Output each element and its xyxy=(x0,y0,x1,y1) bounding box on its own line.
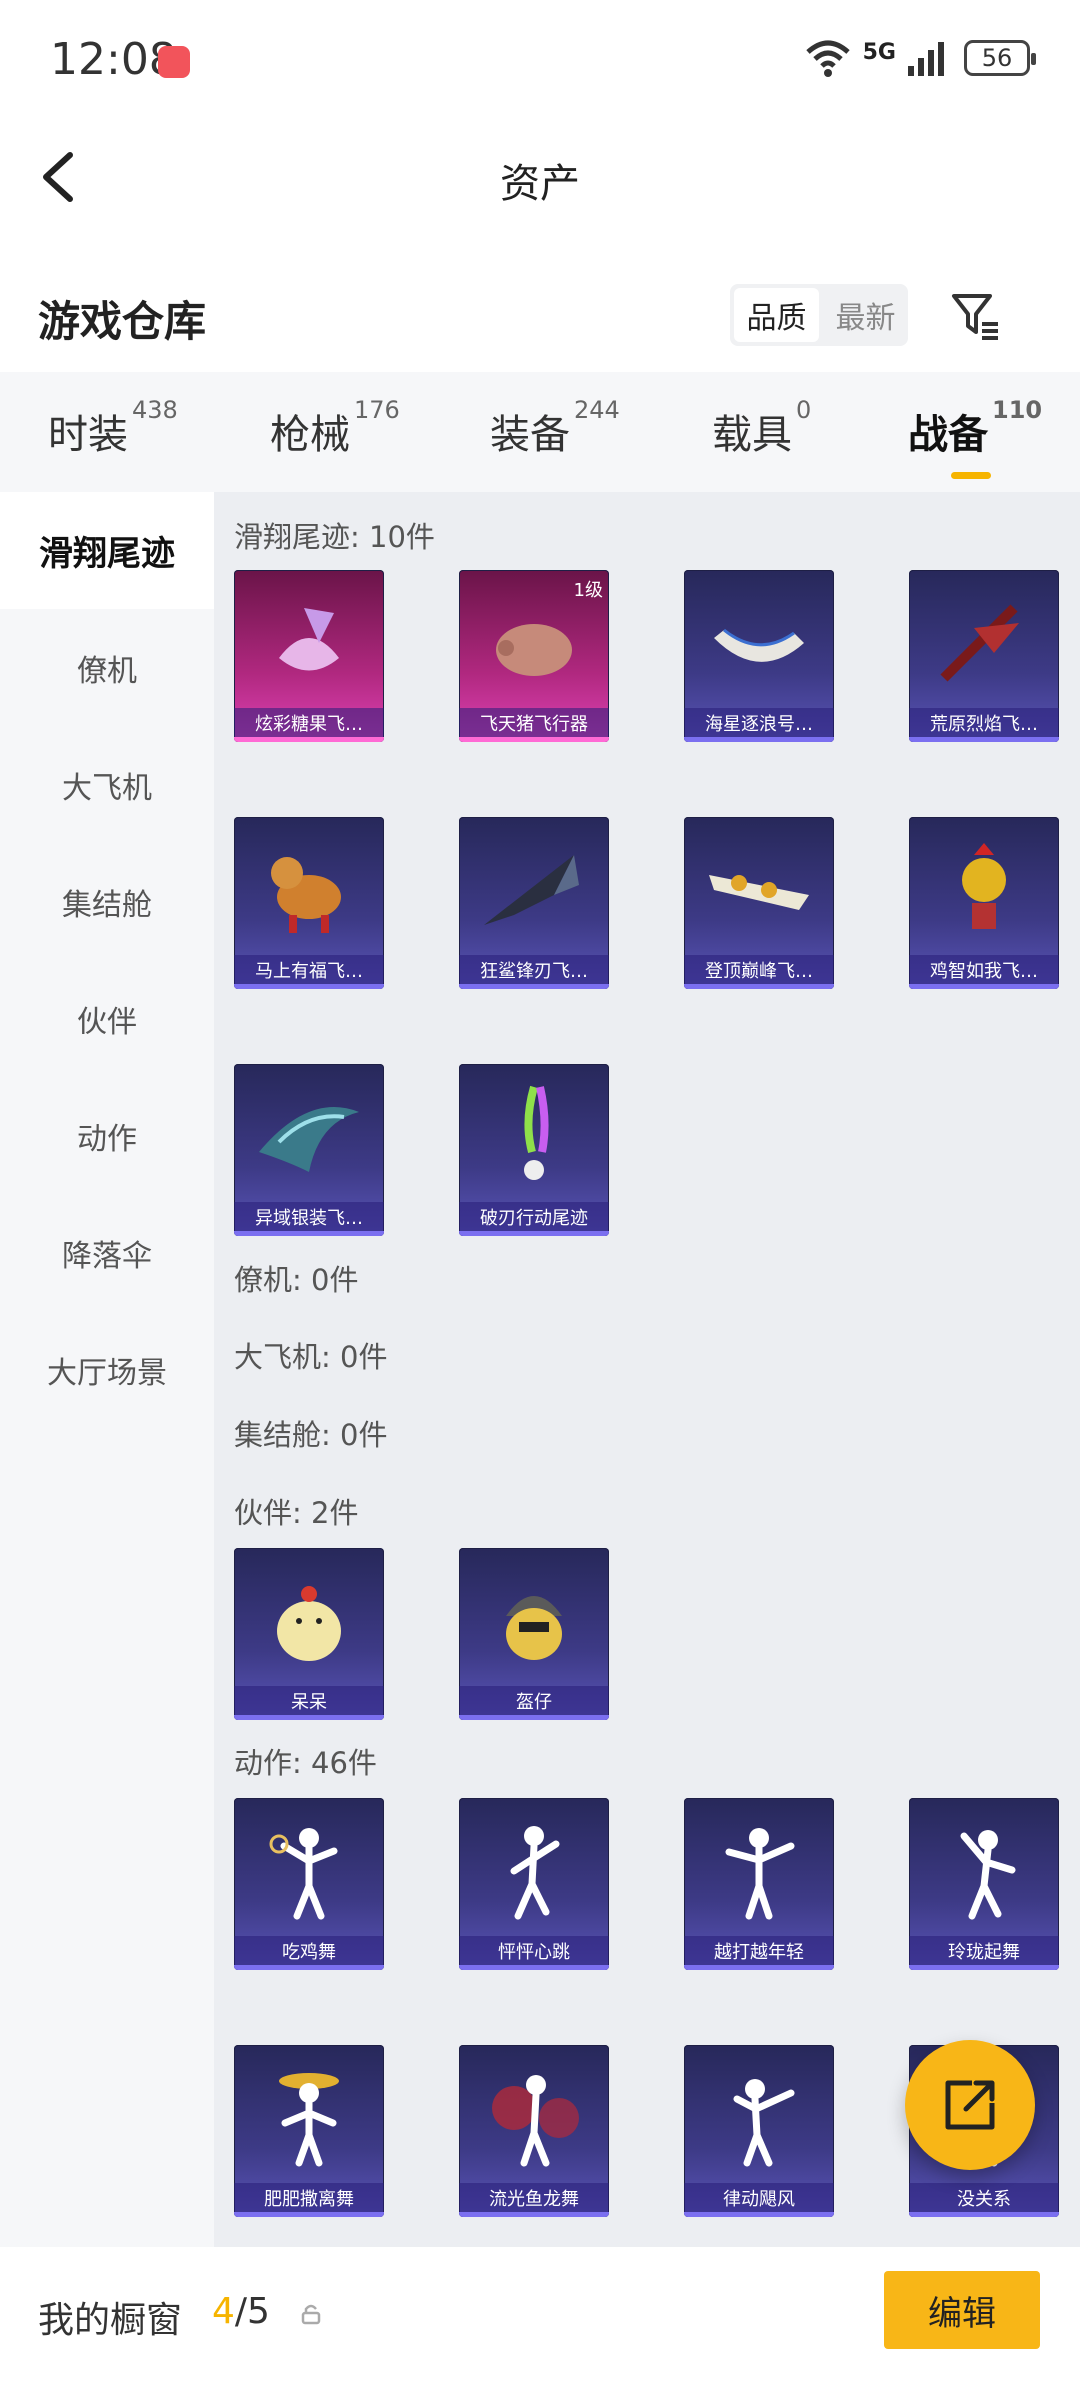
dance-figure-icon xyxy=(492,2075,579,2167)
showcase-bar: 我的橱窗 4/5 编辑 xyxy=(0,2247,1080,2381)
tab-vehicles[interactable]: 载具0 xyxy=(712,396,811,460)
warehouse-header: 游戏仓库 品质 最新 xyxy=(0,270,1080,360)
dance-figure-icon xyxy=(960,1830,1016,1920)
sort-quality-button[interactable]: 品质 xyxy=(734,288,819,342)
item-card[interactable]: 登顶巅峰飞… xyxy=(684,817,834,989)
sidebar-item-parachute[interactable]: 降落伞 xyxy=(0,1194,214,1311)
item-card[interactable]: 流光鱼龙舞 xyxy=(459,2045,609,2217)
page-title: 资产 xyxy=(500,161,580,207)
rainbow-trail-icon xyxy=(524,1085,549,1180)
sidebar-item-plane[interactable]: 大飞机 xyxy=(0,726,214,843)
candy-glider-icon xyxy=(279,608,339,671)
wasteland-flame-icon xyxy=(940,604,1019,682)
sidebar-item-emote[interactable]: 动作 xyxy=(0,1077,214,1194)
chick-partner-icon xyxy=(277,1586,341,1661)
app-notification-icon xyxy=(158,46,190,78)
warehouse-title: 游戏仓库 xyxy=(38,297,207,346)
item-card[interactable]: 吃鸡舞 xyxy=(234,1798,384,1970)
network-label: 5G xyxy=(862,39,896,65)
lock-icon xyxy=(301,2304,321,2325)
sidebar-item-wingman[interactable]: 僚机 xyxy=(0,609,214,726)
dance-figure-icon xyxy=(725,1828,795,1920)
filter-icon[interactable] xyxy=(950,290,1002,342)
sidebar-item-partner[interactable]: 伙伴 xyxy=(0,960,214,1077)
active-tab-indicator xyxy=(951,472,992,479)
tab-guns[interactable]: 枪械176 xyxy=(270,396,400,460)
item-card[interactable]: 越打越年轻 xyxy=(684,1798,834,1970)
section-title-wingman: 僚机: 0件 xyxy=(234,1263,359,1297)
dance-figure-icon xyxy=(733,2079,795,2167)
sidebar-item-pod[interactable]: 集结舱 xyxy=(0,843,214,960)
share-icon xyxy=(945,2080,995,2130)
tab-supplies[interactable]: 战备110 xyxy=(908,396,1042,479)
chicken-glider-icon xyxy=(962,843,1006,929)
sidebar-item-glide[interactable]: 滑翔尾迹 xyxy=(0,492,214,609)
summit-glider-icon xyxy=(709,875,809,910)
item-card[interactable]: 呆呆 xyxy=(234,1548,384,1720)
item-card[interactable]: 1级 飞天猪飞行器 xyxy=(459,570,609,742)
helmet-partner-icon xyxy=(506,1596,562,1660)
category-tabs: 时装438 枪械176 装备244 载具0 战备110 xyxy=(0,372,1080,492)
item-card[interactable]: 鸡智如我飞… xyxy=(909,817,1059,989)
section-title-glide: 滑翔尾迹: 10件 xyxy=(234,520,435,554)
tab-equipment[interactable]: 装备244 xyxy=(490,396,620,460)
item-card[interactable]: 盔仔 xyxy=(459,1548,609,1720)
dance-figure-icon xyxy=(279,2073,339,2167)
shark-glider-icon xyxy=(484,855,579,925)
sidebar: 滑翔尾迹 僚机 大飞机 集结舱 伙伴 动作 降落伞 大厅场景 xyxy=(0,492,214,2247)
silver-wing-icon xyxy=(259,1107,359,1172)
item-card[interactable]: 炫彩糖果飞… xyxy=(234,570,384,742)
status-bar: 12:08 5G 56 xyxy=(0,0,1080,125)
sort-toggle: 品质 最新 xyxy=(730,284,908,346)
wifi-icon xyxy=(805,40,850,77)
starfish-boat-icon xyxy=(714,628,804,662)
item-card[interactable]: 荒原烈焰飞… xyxy=(909,570,1059,742)
showcase-count: 4/5 xyxy=(212,2291,270,2332)
item-card[interactable]: 异域银装飞… xyxy=(234,1064,384,1236)
edit-button[interactable]: 编辑 xyxy=(884,2271,1040,2349)
item-card[interactable]: 海星逐浪号… xyxy=(684,570,834,742)
tab-fashion[interactable]: 时装438 xyxy=(48,396,178,460)
horse-glider-icon xyxy=(271,857,341,933)
item-card[interactable]: 玲珑起舞 xyxy=(909,1798,1059,1970)
section-title-emote: 动作: 46件 xyxy=(234,1746,377,1780)
item-card[interactable]: 律动飓风 xyxy=(684,2045,834,2217)
item-card[interactable]: 破刃行动尾迹 xyxy=(459,1064,609,1236)
signal-icon xyxy=(908,40,944,76)
item-grid: 滑翔尾迹: 10件 炫彩糖果飞… 1级 飞天猪飞行器 海星逐浪号… 荒原烈焰飞…… xyxy=(214,492,1080,2247)
item-card[interactable]: 肥肥撒离舞 xyxy=(234,2045,384,2217)
item-card[interactable]: 马上有福飞… xyxy=(234,817,384,989)
dance-figure-icon xyxy=(510,1826,560,1920)
sort-latest-button[interactable]: 最新 xyxy=(823,284,908,346)
flying-pig-icon xyxy=(496,624,572,676)
battery-icon: 56 xyxy=(964,40,1036,76)
section-title-plane: 大飞机: 0件 xyxy=(234,1340,388,1374)
item-card[interactable]: 怦怦心跳 xyxy=(459,1798,609,1970)
section-title-partner: 伙伴: 2件 xyxy=(234,1496,359,1530)
showcase-label: 我的橱窗 xyxy=(38,2300,183,2341)
status-icons: 5G 56 xyxy=(805,38,1036,78)
sidebar-item-lobby[interactable]: 大厅场景 xyxy=(0,1311,214,1428)
item-card[interactable]: 狂鲨锋刃飞… xyxy=(459,817,609,989)
dance-figure-icon xyxy=(269,1828,338,1920)
share-button[interactable] xyxy=(905,2040,1035,2170)
nav-bar: 资产 xyxy=(0,125,1080,230)
section-title-pod: 集结舱: 0件 xyxy=(234,1418,388,1452)
